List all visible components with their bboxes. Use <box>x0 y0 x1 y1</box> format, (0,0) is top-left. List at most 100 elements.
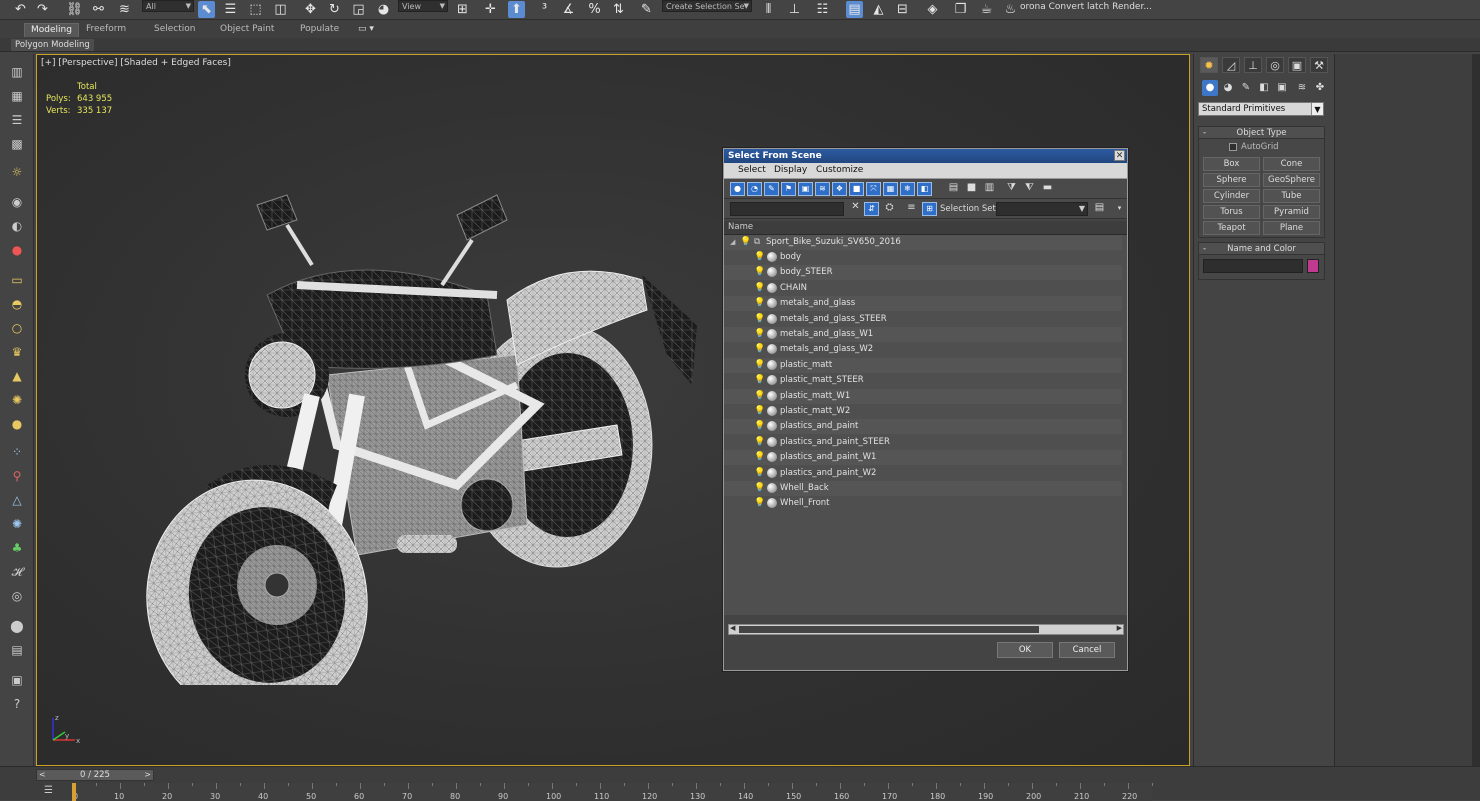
filter-helpers-icon[interactable]: ▣ <box>798 182 813 196</box>
box-button[interactable]: Box <box>1203 157 1260 171</box>
window-crossing-icon[interactable]: ◫ <box>272 1 289 18</box>
scroll-right-icon[interactable]: ▶ <box>1117 624 1122 632</box>
visibility-bulb-icon[interactable]: 💡 <box>754 360 765 370</box>
modify-tab-icon[interactable]: ◿ <box>1222 57 1240 73</box>
filter-frozen-icon[interactable]: ❄ <box>900 182 915 196</box>
pyramid-icon[interactable]: △ <box>8 492 26 508</box>
curve-editor-icon[interactable]: ◭ <box>870 1 887 18</box>
visibility-bulb-icon[interactable]: 💡 <box>754 298 765 308</box>
visibility-bulb-icon[interactable]: 💡 <box>740 237 751 247</box>
scrollbar-thumb[interactable] <box>739 626 1039 633</box>
list-item[interactable]: 💡 plastic_matt_STEER <box>724 373 1122 388</box>
scale-icon[interactable]: ◲ <box>350 1 367 18</box>
menu-customize[interactable]: Customize <box>816 165 863 175</box>
grass-icon[interactable]: ♣ <box>8 540 26 556</box>
menu-display[interactable]: Display <box>774 165 807 175</box>
panel-scrollbar[interactable] <box>1472 54 1480 766</box>
list-item-root[interactable]: ◢ 💡 ⧉ Sport_Bike_Suzuki_SV650_2016 <box>724 235 1122 250</box>
table-icon[interactable]: ▤ <box>8 642 26 658</box>
dome-icon[interactable]: ◓ <box>8 296 26 312</box>
sort-icon[interactable]: ⇵ <box>864 202 879 216</box>
filter-xrefs-icon[interactable]: ■ <box>849 182 864 196</box>
visibility-bulb-icon[interactable]: 💡 <box>754 283 765 293</box>
select-all-icon[interactable]: ▤ <box>946 182 961 196</box>
dialog-titlebar[interactable]: Select From Scene ✕ <box>724 149 1127 163</box>
camera-icon[interactable]: ◉ <box>8 194 26 210</box>
spacewarps-category-icon[interactable]: ≋ <box>1294 80 1310 96</box>
list-item[interactable]: 💡 plastics_and_paint_STEER <box>724 435 1122 450</box>
visibility-bulb-icon[interactable]: 💡 <box>754 267 765 277</box>
tab-object-paint[interactable]: Object Paint <box>214 23 280 37</box>
snaps-toggle-icon[interactable]: ³ <box>536 1 553 18</box>
visibility-bulb-icon[interactable]: 💡 <box>754 375 765 385</box>
shapes-category-icon[interactable]: ◕ <box>1220 80 1236 96</box>
list-item[interactable]: 💡 CHAIN <box>724 281 1122 296</box>
pyramid-button[interactable]: Pyramid <box>1263 205 1320 219</box>
rect-selection-icon[interactable]: ⬚ <box>247 1 264 18</box>
track-bar-icon[interactable]: ☰ <box>44 785 58 797</box>
list-item[interactable]: 💡 plastic_matt_W2 <box>724 404 1122 419</box>
list-item[interactable]: 💡 plastic_matt <box>724 357 1122 373</box>
hierarchy-tab-icon[interactable]: ⊥ <box>1244 57 1262 73</box>
visibility-bulb-icon[interactable]: 💡 <box>754 314 765 324</box>
select-object-icon[interactable]: ⬉ <box>198 1 215 18</box>
torus-button[interactable]: Torus <box>1203 205 1260 219</box>
box-icon[interactable]: ▭ <box>8 272 26 288</box>
visibility-bulb-icon[interactable]: 💡 <box>754 468 765 478</box>
filter-lights-icon[interactable]: ✎ <box>764 182 779 196</box>
visibility-bulb-icon[interactable]: 💡 <box>754 406 765 416</box>
render-setup-icon[interactable]: ❐ <box>952 1 969 18</box>
move-icon[interactable]: ✥ <box>302 1 319 18</box>
list-item[interactable]: 💡 plastics_and_paint_W2 <box>724 466 1122 481</box>
mirror-icon[interactable]: ⫴ <box>760 1 777 18</box>
scroll-left-icon[interactable]: ◀ <box>730 624 735 632</box>
undo-icon[interactable]: ↶ <box>12 1 29 18</box>
list-item[interactable]: 💡 plastic_matt_W1 <box>724 388 1122 404</box>
tube-button[interactable]: Tube <box>1263 189 1320 203</box>
cone-icon[interactable]: ▲ <box>8 368 26 384</box>
bone-icon[interactable]: ⚲ <box>8 468 26 484</box>
filter-icon[interactable]: ⧩ <box>1004 182 1019 196</box>
object-color-swatch[interactable] <box>1307 259 1319 273</box>
scene-explorer-icon[interactable]: ▤ <box>846 1 863 18</box>
place-icon[interactable]: ◕ <box>375 1 392 18</box>
unlink-icon[interactable]: ⚯ <box>90 1 107 18</box>
clear-search-icon[interactable]: ✕ <box>848 201 863 215</box>
tab-freeform[interactable]: Freeform <box>80 23 132 37</box>
select-none-icon[interactable]: ■ <box>964 182 979 196</box>
list-item[interactable]: 💡 metals_and_glass_W1 <box>724 327 1122 342</box>
select-invert-icon[interactable]: ▥ <box>982 182 997 196</box>
globe-icon[interactable]: ✺ <box>8 516 26 532</box>
record-icon[interactable]: ● <box>8 242 26 258</box>
systems-category-icon[interactable]: ✤ <box>1312 80 1328 96</box>
pivot-center-icon[interactable]: ⊞ <box>454 1 471 18</box>
filter-cameras-icon[interactable]: ⚑ <box>781 182 796 196</box>
layers-icon[interactable]: ≡ <box>904 202 919 216</box>
script-icon[interactable]: ▣ <box>8 672 26 688</box>
list-item[interactable]: 💡 Whell_Back <box>724 481 1122 496</box>
selection-filter-dropdown[interactable]: All ▼ <box>142 0 194 12</box>
filter-containers-icon[interactable]: ▦ <box>883 182 898 196</box>
schematic-view-icon[interactable]: ⊟ <box>894 1 911 18</box>
visibility-bulb-icon[interactable]: 💡 <box>754 452 765 462</box>
visibility-bulb-icon[interactable]: 💡 <box>754 437 765 447</box>
ribbon-options-icon[interactable]: ▭ ▾ <box>352 23 380 37</box>
sun-icon[interactable]: ✺ <box>8 392 26 408</box>
help-icon[interactable]: ? <box>8 696 26 712</box>
hierarchy-icon[interactable]: ⛭ <box>882 202 897 216</box>
edit-named-sets-icon[interactable]: ✎ <box>638 1 655 18</box>
sphere-button[interactable]: Sphere <box>1203 173 1260 187</box>
rotate-icon[interactable]: ↻ <box>326 1 343 18</box>
percent-snap-icon[interactable]: % <box>586 1 603 18</box>
column-header-name[interactable]: Name <box>724 221 1127 235</box>
select-manipulate-icon[interactable]: ✛ <box>482 1 499 18</box>
utilities-tab-icon[interactable]: ⚒ <box>1310 57 1328 73</box>
disc-icon[interactable]: ● <box>8 416 26 432</box>
hair-icon[interactable]: 𝓗 <box>8 564 26 580</box>
name-and-color-title[interactable]: - Name and Color <box>1199 243 1324 255</box>
material-editor-icon[interactable]: ◈ <box>924 1 941 18</box>
menu-select[interactable]: Select <box>738 165 766 175</box>
list-item[interactable]: 💡 metals_and_glass <box>724 296 1122 312</box>
object-name-input[interactable] <box>1203 259 1303 273</box>
visibility-bulb-icon[interactable]: 💡 <box>754 252 765 262</box>
